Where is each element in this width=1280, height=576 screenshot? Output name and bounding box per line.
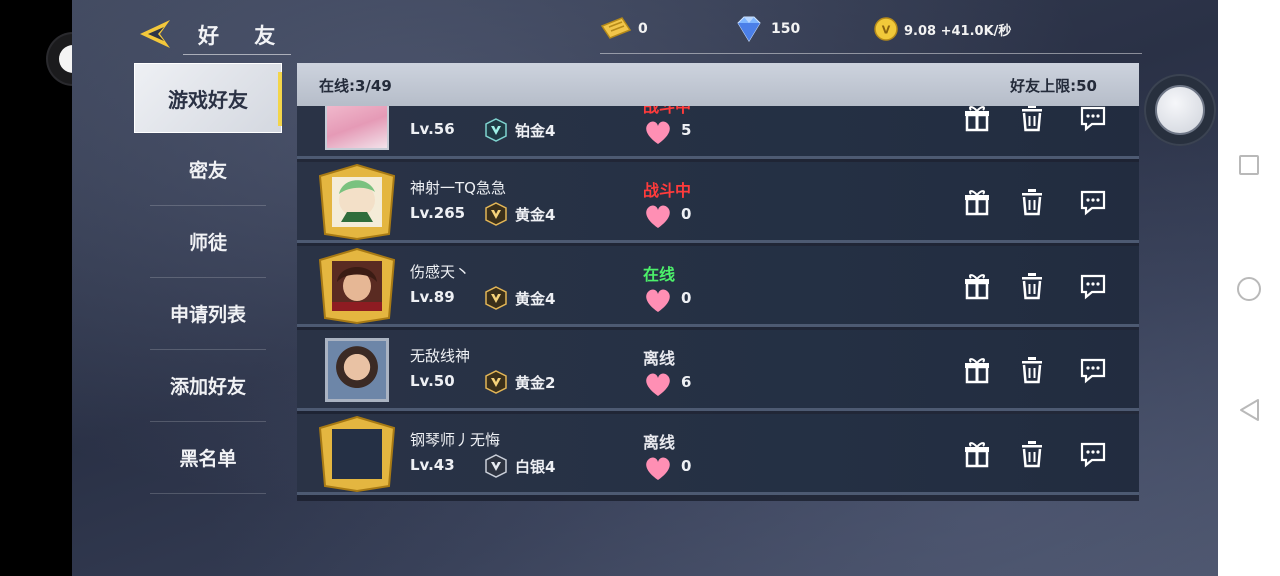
friend-row[interactable]: 无敌线神 Lv.50 黄金2 离线 6 <box>297 330 1139 411</box>
title-underline <box>183 54 291 55</box>
menu-item-blacklist[interactable]: 黑名单 <box>150 422 266 494</box>
friend-name: 神射一TQ急急 <box>410 179 506 197</box>
friend-name: 无敌线神 <box>410 347 471 365</box>
chat-icon[interactable] <box>1080 356 1106 384</box>
menu-item-mentorship[interactable]: 师徒 <box>150 206 266 278</box>
friend-name: 钢琴师丿无悔 <box>410 431 501 449</box>
gift-icon[interactable] <box>964 440 990 468</box>
gift-icon[interactable] <box>964 188 990 216</box>
chat-icon[interactable] <box>1080 188 1106 216</box>
menu-item-add-friend[interactable]: 添加好友 <box>150 350 266 422</box>
friend-rank: 黄金4 <box>515 206 556 224</box>
menu-item-requests[interactable]: 申请列表 <box>150 278 266 350</box>
friend-limit: 好友上限:50 <box>1010 77 1097 95</box>
friend-rank: 黄金2 <box>515 374 556 392</box>
friend-status: 离线 <box>643 349 676 368</box>
friends-list-panel[interactable]: Lv.56 铂金4 战斗中 5 神射一TQ急急 Lv.265 黄金4 战斗中 0… <box>297 63 1139 501</box>
friend-heart-count: 0 <box>681 457 692 475</box>
friend-status: 离线 <box>643 433 676 452</box>
resource-gold-ticket[interactable]: 0 <box>600 16 648 42</box>
delete-friend-icon[interactable] <box>1019 272 1045 300</box>
friend-heart-count: 0 <box>681 205 692 223</box>
online-count: 在线:3/49 <box>319 77 392 95</box>
chat-icon[interactable] <box>1080 104 1106 132</box>
friend-row[interactable]: 钢琴师丿无悔 Lv.43 白银4 离线 0 <box>297 414 1139 495</box>
back-triangle-icon[interactable] <box>1238 398 1260 422</box>
chat-icon[interactable] <box>1080 440 1106 468</box>
friend-level: Lv.265 <box>410 204 466 222</box>
resource-coin[interactable]: V 9.08 +41.0K/秒 <box>874 16 1011 42</box>
gold-rank-icon <box>485 286 507 310</box>
delete-friend-icon[interactable] <box>1019 440 1045 468</box>
friend-avatar[interactable] <box>319 248 395 324</box>
menu-item-game-friends[interactable]: 游戏好友 <box>134 63 282 133</box>
page-title: 好 友 <box>198 24 290 48</box>
assistive-touch-inner <box>1155 85 1205 135</box>
menu-item-label: 游戏好友 <box>168 87 248 112</box>
heart-icon <box>646 373 670 396</box>
friend-level: Lv.43 <box>410 456 455 474</box>
silver-rank-icon <box>485 454 507 478</box>
menu-item-close-friends[interactable]: 密友 <box>150 134 266 206</box>
resource-diamond[interactable]: 150 <box>733 16 800 42</box>
assistive-touch-button[interactable] <box>1144 74 1216 146</box>
delete-friend-icon[interactable] <box>1019 188 1045 216</box>
back-arrow-icon[interactable] <box>138 18 172 50</box>
gold-rank-icon <box>485 370 507 394</box>
friend-level: Lv.50 <box>410 372 455 390</box>
friend-level: Lv.89 <box>410 288 455 306</box>
coin-icon: V <box>874 17 898 41</box>
resource-bar-line <box>600 53 1142 54</box>
heart-icon <box>646 289 670 312</box>
friend-rank: 黄金4 <box>515 290 556 308</box>
friend-status: 在线 <box>643 265 676 284</box>
gift-icon[interactable] <box>964 356 990 384</box>
friend-row[interactable]: 神射一TQ急急 Lv.265 黄金4 战斗中 0 <box>297 162 1139 243</box>
friend-avatar[interactable] <box>319 416 395 492</box>
gold-ticket-icon <box>600 17 632 39</box>
menu-item-label: 黑名单 <box>179 448 237 470</box>
friend-row[interactable]: 伤感天丶 Lv.89 黄金4 在线 0 <box>297 246 1139 327</box>
friend-avatar[interactable] <box>319 164 395 240</box>
menu-item-label: 密友 <box>188 160 227 182</box>
delete-friend-icon[interactable] <box>1019 356 1045 384</box>
active-accent-bar <box>278 72 282 126</box>
delete-friend-icon[interactable] <box>1019 104 1045 132</box>
friend-heart-count: 0 <box>681 289 692 307</box>
diamond-icon <box>737 16 761 42</box>
svg-text:V: V <box>882 24 891 37</box>
coin-value: 9.08 +41.0K/秒 <box>904 23 1012 39</box>
left-screen-bezel <box>0 0 72 576</box>
heart-icon <box>646 457 670 480</box>
friend-heart-count: 5 <box>681 121 692 139</box>
menu-item-label: 添加好友 <box>169 376 246 398</box>
gift-icon[interactable] <box>964 272 990 300</box>
chat-icon[interactable] <box>1080 272 1106 300</box>
platinum-rank-icon <box>485 118 507 142</box>
friend-status: 战斗中 <box>643 181 692 200</box>
friends-list-header: 在线:3/49 好友上限:50 <box>297 63 1139 106</box>
friend-avatar[interactable] <box>325 338 389 402</box>
home-icon[interactable] <box>1237 277 1261 301</box>
gift-icon[interactable] <box>964 104 990 132</box>
gold-rank-icon <box>485 202 507 226</box>
friend-rank: 白银4 <box>515 458 556 476</box>
friend-heart-count: 6 <box>681 373 692 391</box>
recent-apps-icon[interactable] <box>1239 155 1259 175</box>
friend-name: 伤感天丶 <box>410 263 471 281</box>
heart-icon <box>646 121 670 144</box>
heart-icon <box>646 205 670 228</box>
gold-ticket-value: 0 <box>638 21 648 37</box>
menu-item-label: 申请列表 <box>169 304 246 326</box>
friend-rank: 铂金4 <box>515 122 556 140</box>
menu-item-label: 师徒 <box>188 232 227 254</box>
friend-level: Lv.56 <box>410 120 455 138</box>
diamond-value: 150 <box>771 21 801 37</box>
